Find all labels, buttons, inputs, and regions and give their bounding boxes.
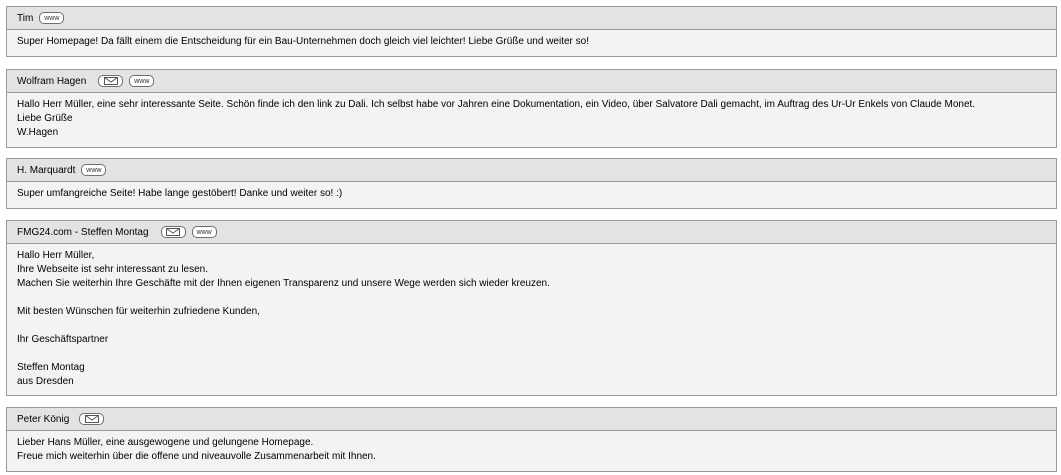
entry-header: Peter König [7, 408, 1056, 431]
envelope-icon [84, 415, 99, 423]
entry-message: Super Homepage! Da fällt einem die Entsc… [17, 36, 589, 47]
entry-message: Hallo Herr Müller, eine sehr interessant… [17, 99, 976, 138]
website-button[interactable]: www [191, 226, 217, 238]
envelope-icon [103, 77, 118, 85]
entry-header: Tim www [7, 7, 1056, 30]
email-button[interactable] [160, 226, 186, 238]
entry-message: Lieber Hans Müller, eine ausgewogene und… [17, 437, 376, 462]
envelope-icon [166, 228, 181, 236]
guestbook-entry: H. Marquardt www Super umfangreiche Seit… [6, 158, 1057, 209]
author-name: Peter König [17, 413, 70, 425]
author-name: Tim [17, 12, 34, 24]
email-button[interactable] [98, 75, 124, 87]
entry-message: Hallo Herr Müller, Ihre Webseite ist seh… [17, 250, 550, 387]
www-icon: www [196, 228, 212, 236]
author-name: FMG24.com - Steffen Montag [17, 226, 149, 238]
entry-header: FMG24.com - Steffen Montag www [7, 221, 1056, 244]
guestbook-entry: Wolfram Hagen www Hallo Herr Müller, ein… [6, 69, 1057, 148]
www-icon: www [44, 14, 60, 22]
www-icon: www [134, 77, 150, 85]
guestbook-entry: Tim www Super Homepage! Da fällt einem d… [6, 6, 1057, 57]
author-name: Wolfram Hagen [17, 75, 87, 87]
entry-header: H. Marquardt www [7, 159, 1056, 182]
email-button[interactable] [79, 413, 105, 425]
guestbook-entry: Peter König Lieber Hans Müller, eine aus… [6, 407, 1057, 472]
website-button[interactable]: www [129, 75, 155, 87]
website-button[interactable]: www [81, 164, 107, 176]
entry-message: Super umfangreiche Seite! Habe lange ges… [17, 188, 343, 199]
website-button[interactable]: www [39, 12, 65, 24]
www-icon: www [86, 166, 102, 174]
author-name: H. Marquardt [17, 164, 76, 176]
entry-header: Wolfram Hagen www [7, 70, 1056, 93]
guestbook-entry: FMG24.com - Steffen Montag www Hallo Her… [6, 220, 1057, 396]
